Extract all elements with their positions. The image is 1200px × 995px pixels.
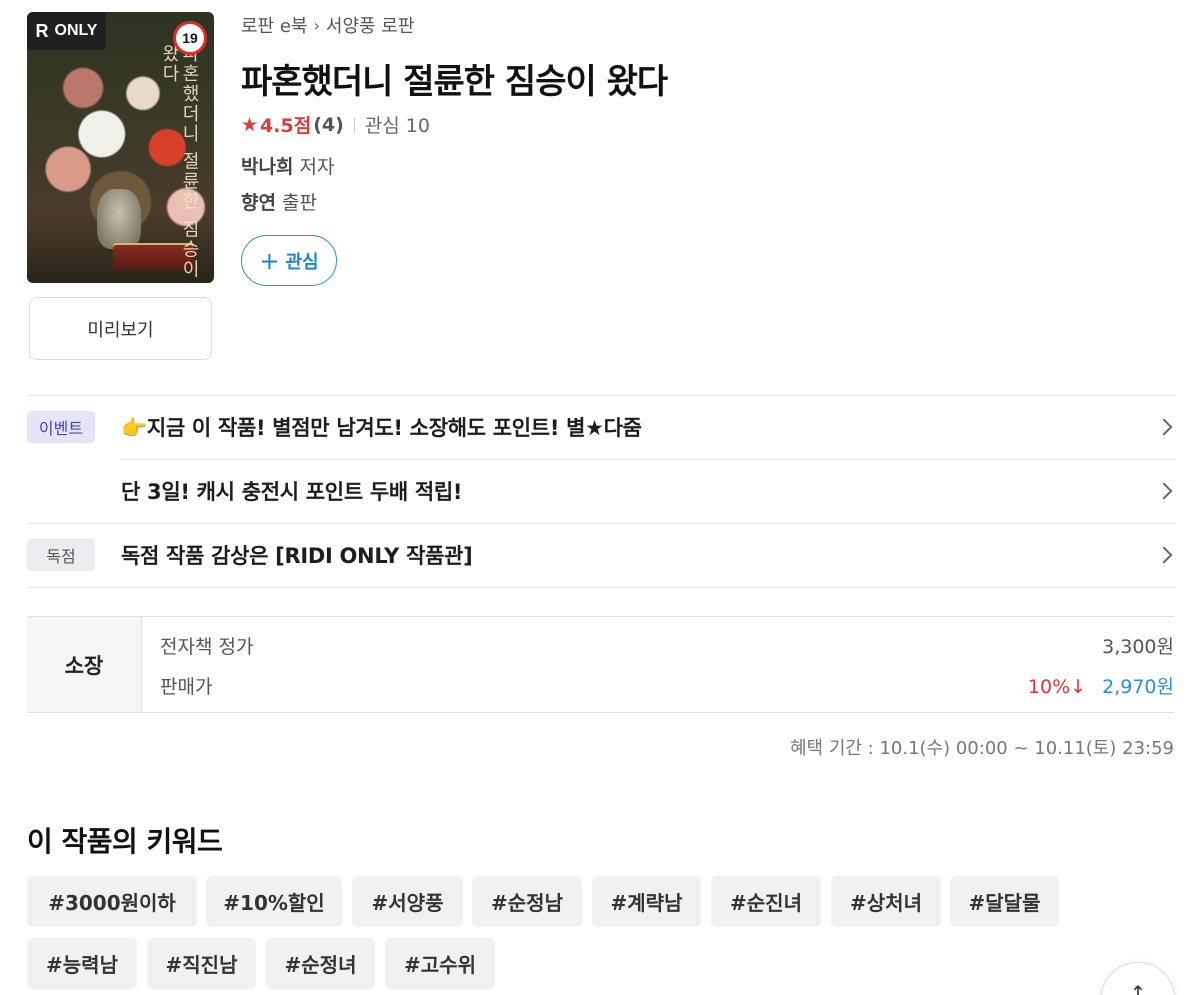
purchase-type-label: 소장	[27, 617, 142, 712]
exclusive-text: 독점 작품 감상은 [RIDI ONLY 작품관]	[121, 544, 473, 568]
list-price-value: 3,300원	[1102, 635, 1174, 658]
add-wish-label: 관심	[285, 251, 319, 273]
chevron-right-icon	[1155, 482, 1173, 500]
breadcrumb: 로판 e북 › 서양풍 로판	[241, 12, 414, 38]
star-icon: ★	[241, 113, 259, 136]
divider	[353, 116, 355, 133]
keyword-chip[interactable]: #3000원이하	[27, 876, 197, 927]
keyword-chip[interactable]: #고수위	[385, 938, 495, 989]
author-name[interactable]: 박나희	[241, 156, 293, 178]
benefit-period: 혜택 기간 : 10.1(수) 00:00 ~ 10.11(토) 23:59	[789, 738, 1174, 759]
event-row[interactable]: 단 3일! 캐시 충전시 포인트 두배 적립!	[27, 460, 1174, 522]
cover-title-text: 파혼했더니 절륜한 짐승이 왔다	[159, 44, 200, 280]
ridi-only-badge: R ONLY	[27, 12, 106, 50]
sale-price-row: 판매가 10%↓ 2,970원	[160, 665, 1174, 705]
chevron-right-icon	[1155, 418, 1173, 436]
publisher-role: 출판	[282, 192, 317, 214]
sale-price-label: 판매가	[160, 675, 213, 698]
publisher-line: 향연 출판	[241, 188, 317, 215]
age-rating-badge: 19	[173, 21, 207, 55]
event-tag: 이벤트	[27, 411, 95, 443]
divider	[27, 587, 1174, 588]
chevron-right-icon	[1155, 546, 1173, 564]
arrow-up-icon: ↑	[1129, 981, 1147, 995]
author-role: 저자	[299, 156, 335, 178]
rating-count[interactable]: (4)	[313, 114, 344, 136]
breadcrumb-item-genre[interactable]: 서양풍 로판	[326, 12, 415, 38]
sale-price-group: 10%↓ 2,970원	[1028, 672, 1174, 699]
sale-price-value: 2,970원	[1102, 675, 1174, 698]
exclusive-tag: 독점	[27, 539, 95, 571]
only-label: ONLY	[54, 22, 98, 39]
discount-rate: 10%↓	[1027, 675, 1087, 698]
chevron-right-icon: ›	[313, 15, 320, 35]
keyword-chip[interactable]: #서양풍	[352, 876, 463, 927]
keyword-chip[interactable]: #순진녀	[711, 876, 821, 927]
scroll-top-button[interactable]: ↑	[1101, 962, 1175, 995]
keywords-heading: 이 작품의 키워드	[27, 825, 223, 858]
keyword-chip[interactable]: #순정녀	[266, 938, 375, 989]
publisher-name[interactable]: 향연	[241, 192, 276, 214]
keyword-chip[interactable]: #달달물	[950, 876, 1059, 927]
keyword-chip[interactable]: #직진남	[147, 938, 256, 989]
add-wish-button[interactable]: + 관심	[241, 235, 337, 286]
plus-icon: +	[259, 246, 280, 275]
keyword-chip[interactable]: #순정남	[472, 876, 582, 927]
keyword-chip[interactable]: #계략남	[592, 876, 701, 927]
breadcrumb-item-category[interactable]: 로판 e북	[241, 12, 307, 38]
list-price-row: 전자책 정가 3,300원	[160, 625, 1174, 665]
keyword-chip[interactable]: #능력남	[27, 938, 137, 989]
keyword-chip[interactable]: #10%할인	[206, 876, 342, 927]
author-line: 박나희 저자	[241, 152, 334, 179]
book-title: 파혼했더니 절륜한 짐승이 왔다	[241, 62, 668, 102]
event-text: 단 3일! 캐시 충전시 포인트 두배 적립!	[121, 480, 463, 504]
event-text: 👉지금 이 작품! 별점만 남겨도! 소장해도 포인트! 별★다줌	[121, 416, 642, 440]
rating-score: 4.5점	[260, 115, 312, 137]
event-row[interactable]: 이벤트 👉지금 이 작품! 별점만 남겨도! 소장해도 포인트! 별★다줌	[27, 396, 1174, 458]
list-price-label: 전자책 정가	[160, 635, 254, 658]
exclusive-row[interactable]: 독점 독점 작품 감상은 [RIDI ONLY 작품관]	[27, 524, 1174, 586]
rating-row: ★ 4.5점 (4) 관심 10	[241, 111, 430, 138]
preview-button[interactable]: 미리보기	[29, 297, 212, 360]
price-table: 소장 전자책 정가 3,300원 판매가 10%↓ 2,970원	[27, 616, 1174, 713]
cover-vase-art	[97, 189, 141, 249]
wish-count: 관심 10	[364, 115, 430, 137]
keyword-chip[interactable]: #상처녀	[831, 876, 941, 927]
ridi-r-logo: R	[35, 20, 49, 41]
